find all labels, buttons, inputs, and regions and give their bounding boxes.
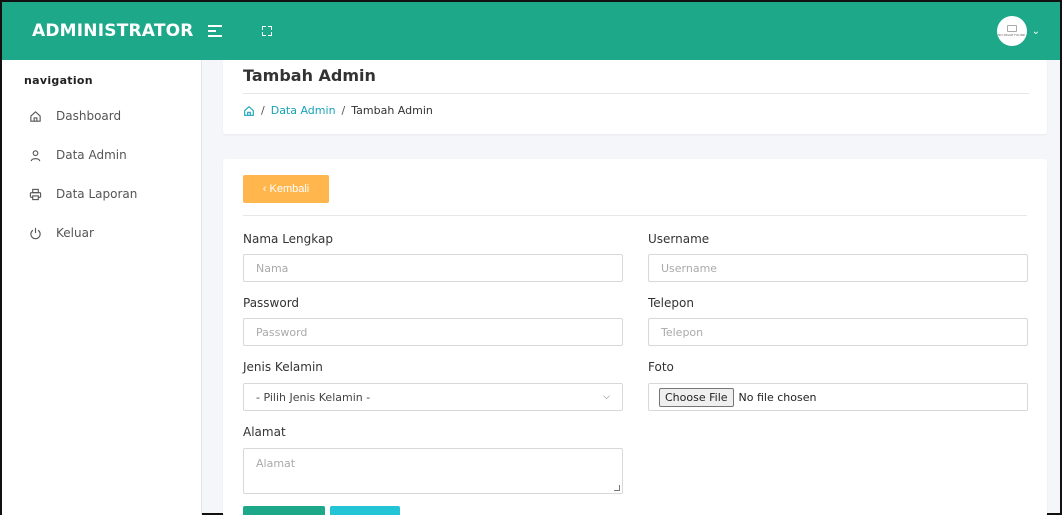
breadcrumb-separator: /	[261, 104, 265, 117]
nama-input[interactable]: Nama	[243, 254, 623, 282]
sidebar-item-keluar[interactable]: Keluar	[2, 223, 201, 243]
username-label: Username	[648, 232, 710, 246]
sidebar-item-data-laporan[interactable]: Data Laporan	[2, 184, 201, 204]
select-value: - Pilih Jenis Kelamin -	[256, 390, 371, 404]
sidebar-item-label: Data Admin	[56, 148, 127, 162]
breadcrumb-current: Tambah Admin	[351, 104, 433, 117]
save-button[interactable]	[243, 506, 325, 515]
image-placeholder-icon	[1006, 24, 1017, 32]
page-title: Tambah Admin	[243, 66, 376, 85]
sidebar-item-data-admin[interactable]: Data Admin	[2, 145, 201, 165]
home-icon	[28, 109, 42, 123]
sidebar-item-label: Dashboard	[56, 109, 122, 123]
sidebar-item-label: Data Laporan	[56, 187, 138, 201]
user-icon	[28, 148, 42, 162]
jenis-kelamin-label: Jenis Kelamin	[243, 360, 323, 374]
divider	[243, 215, 1027, 216]
chevron-down-icon[interactable]: ⌄	[1032, 26, 1040, 37]
file-status: No file chosen	[738, 390, 817, 404]
menu-icon[interactable]	[207, 25, 224, 37]
telepon-label: Telepon	[648, 296, 694, 310]
breadcrumb-separator: /	[341, 104, 346, 117]
chevron-down-icon: ⌵	[603, 392, 610, 402]
alamat-placeholder: Alamat	[256, 457, 296, 470]
home-icon[interactable]	[243, 105, 255, 117]
nav-title: navigation	[24, 74, 93, 87]
power-icon	[28, 226, 42, 240]
alamat-textarea[interactable]: Alamat	[243, 448, 623, 494]
nama-label: Nama Lengkap	[243, 232, 333, 246]
resize-handle-icon[interactable]	[614, 485, 620, 491]
form-card: ‹ Kembali Nama Lengkap Nama Username Use…	[223, 159, 1047, 515]
password-label: Password	[243, 296, 300, 310]
alamat-label: Alamat	[243, 425, 286, 439]
sidebar-item-label: Keluar	[56, 226, 94, 240]
page-header-card: Tambah Admin / Data Admin / Tambah Admin	[223, 60, 1047, 134]
sidebar-item-dashboard[interactable]: Dashboard	[2, 106, 201, 126]
printer-icon	[28, 187, 42, 201]
back-button[interactable]: ‹ Kembali	[243, 175, 329, 203]
breadcrumb-link-data-admin[interactable]: Data Admin	[271, 104, 336, 117]
reset-button[interactable]	[330, 506, 400, 515]
divider	[243, 93, 1029, 94]
brand-logo[interactable]: ADMINISTRATOR	[2, 21, 194, 41]
telepon-input[interactable]: Telepon	[648, 318, 1028, 346]
choose-file-button[interactable]: Choose File	[659, 387, 734, 407]
jenis-kelamin-select[interactable]: - Pilih Jenis Kelamin - ⌵	[243, 383, 623, 411]
avatar[interactable]: NO IMAGE FOUND	[996, 16, 1027, 46]
expand-icon[interactable]	[261, 26, 272, 36]
foto-file-input[interactable]: Choose File No file chosen	[648, 383, 1028, 411]
sidebar: navigation Dashboard Data Admin Data Lap…	[2, 60, 202, 515]
user-menu[interactable]: NO IMAGE FOUND ⌄	[996, 16, 1040, 46]
password-input[interactable]: Password	[243, 318, 623, 346]
top-navbar: ADMINISTRATOR NO IMAGE FOUND ⌄	[2, 2, 1060, 60]
breadcrumb: / Data Admin / Tambah Admin	[243, 104, 433, 117]
foto-label: Foto	[648, 360, 674, 374]
avatar-text: NO IMAGE FOUND	[998, 32, 1026, 37]
username-input[interactable]: Username	[648, 254, 1028, 282]
